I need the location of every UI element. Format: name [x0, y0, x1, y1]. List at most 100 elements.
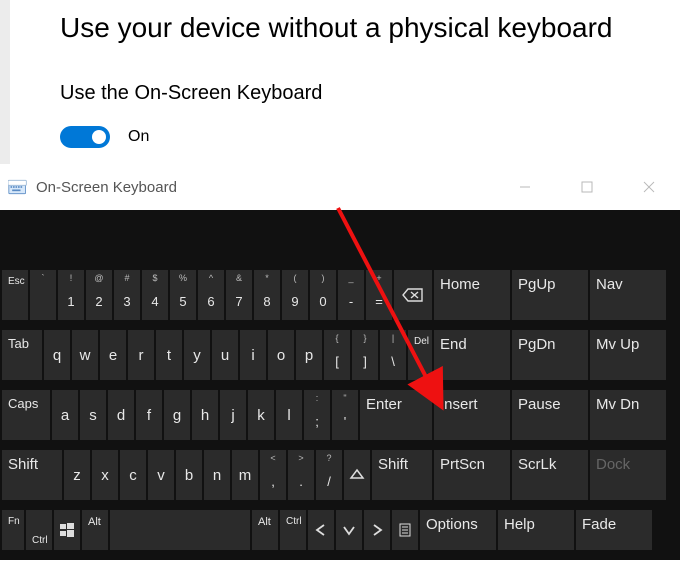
arrow-up-icon — [349, 467, 365, 483]
key-y[interactable]: y — [184, 330, 210, 380]
key-arrow-down[interactable] — [336, 510, 362, 550]
key-fade[interactable]: Fade — [576, 510, 652, 550]
key-fn[interactable]: Fn — [2, 510, 24, 550]
key-mvup[interactable]: Mv Up — [590, 330, 666, 380]
key-insert[interactable]: Insert — [434, 390, 510, 440]
key-slash[interactable]: ?/ — [316, 450, 342, 500]
key-h[interactable]: h — [192, 390, 218, 440]
key-caps[interactable]: Caps — [2, 390, 50, 440]
key-scrlk[interactable]: ScrLk — [512, 450, 588, 500]
osk-window: On-Screen Keyboard Esc ` !1 @2 #3 $4 %5 … — [0, 164, 680, 560]
key-minus[interactable]: _- — [338, 270, 364, 320]
key-dock[interactable]: Dock — [590, 450, 666, 500]
osk-toggle[interactable] — [60, 126, 110, 148]
key-apostrophe[interactable]: "' — [332, 390, 358, 440]
backspace-icon — [402, 288, 424, 302]
osk-titlebar[interactable]: On-Screen Keyboard — [0, 164, 680, 210]
key-semicolon[interactable]: :; — [304, 390, 330, 440]
key-i[interactable]: i — [240, 330, 266, 380]
key-x[interactable]: x — [92, 450, 118, 500]
osk-row-2: Tab q w e r t y u i o p {[ }] |\ Del End… — [0, 330, 680, 380]
key-u[interactable]: u — [212, 330, 238, 380]
key-del[interactable]: Del — [408, 330, 432, 380]
key-k[interactable]: k — [248, 390, 274, 440]
key-b[interactable]: b — [176, 450, 202, 500]
key-period[interactable]: >. — [288, 450, 314, 500]
key-3[interactable]: #3 — [114, 270, 140, 320]
key-6[interactable]: ^6 — [198, 270, 224, 320]
key-end[interactable]: End — [434, 330, 510, 380]
key-backtick[interactable]: ` — [30, 270, 56, 320]
key-win[interactable] — [54, 510, 80, 550]
key-w[interactable]: w — [72, 330, 98, 380]
key-m[interactable]: m — [232, 450, 258, 500]
key-arrow-up[interactable] — [344, 450, 370, 500]
key-arrow-left[interactable] — [308, 510, 334, 550]
key-v[interactable]: v — [148, 450, 174, 500]
key-rbracket[interactable]: }] — [352, 330, 378, 380]
key-backspace[interactable] — [394, 270, 432, 320]
key-8[interactable]: *8 — [254, 270, 280, 320]
key-shift-left[interactable]: Shift — [2, 450, 62, 500]
key-r[interactable]: r — [128, 330, 154, 380]
key-backslash[interactable]: |\ — [380, 330, 406, 380]
key-pause[interactable]: Pause — [512, 390, 588, 440]
key-shift-right[interactable]: Shift — [372, 450, 432, 500]
key-enter[interactable]: Enter — [360, 390, 432, 440]
key-space[interactable] — [110, 510, 250, 550]
key-options[interactable]: Options — [420, 510, 496, 550]
titlebar-buttons — [494, 164, 680, 210]
key-1[interactable]: !1 — [58, 270, 84, 320]
key-z[interactable]: z — [64, 450, 90, 500]
key-help[interactable]: Help — [498, 510, 574, 550]
key-ctrl-right[interactable]: Ctrl — [280, 510, 306, 550]
key-0[interactable]: )0 — [310, 270, 336, 320]
osk-row-3: Caps a s d f g h j k l :; "' Enter Inser… — [0, 390, 680, 440]
key-nav[interactable]: Nav — [590, 270, 666, 320]
key-pgdn[interactable]: PgDn — [512, 330, 588, 380]
key-d[interactable]: d — [108, 390, 134, 440]
key-l[interactable]: l — [276, 390, 302, 440]
key-p[interactable]: p — [296, 330, 322, 380]
key-o[interactable]: o — [268, 330, 294, 380]
windows-icon — [60, 523, 74, 537]
key-prtscn[interactable]: PrtScn — [434, 450, 510, 500]
key-equals[interactable]: += — [366, 270, 392, 320]
key-e[interactable]: e — [100, 330, 126, 380]
osk-window-title: On-Screen Keyboard — [36, 179, 177, 196]
key-alt-left[interactable]: Alt — [82, 510, 108, 550]
minimize-button[interactable] — [494, 164, 556, 210]
key-7[interactable]: &7 — [226, 270, 252, 320]
key-j[interactable]: j — [220, 390, 246, 440]
key-f[interactable]: f — [136, 390, 162, 440]
key-s[interactable]: s — [80, 390, 106, 440]
key-g[interactable]: g — [164, 390, 190, 440]
key-n[interactable]: n — [204, 450, 230, 500]
key-alt-right[interactable]: Alt — [252, 510, 278, 550]
menu-icon — [399, 523, 411, 537]
key-home[interactable]: Home — [434, 270, 510, 320]
key-tab[interactable]: Tab — [2, 330, 42, 380]
key-2[interactable]: @2 — [86, 270, 112, 320]
key-mvdn[interactable]: Mv Dn — [590, 390, 666, 440]
key-a[interactable]: a — [52, 390, 78, 440]
maximize-button[interactable] — [556, 164, 618, 210]
key-esc[interactable]: Esc — [2, 270, 28, 320]
arrow-down-icon — [342, 523, 356, 537]
key-t[interactable]: t — [156, 330, 182, 380]
osk-row-5: Fn Ctrl Alt Alt Ctrl Options Help Fade — [0, 510, 680, 550]
key-lbracket[interactable]: {[ — [324, 330, 350, 380]
key-context-menu[interactable] — [392, 510, 418, 550]
key-c[interactable]: c — [120, 450, 146, 500]
key-5[interactable]: %5 — [170, 270, 196, 320]
key-arrow-right[interactable] — [364, 510, 390, 550]
osk-row-1: Esc ` !1 @2 #3 $4 %5 ^6 &7 *8 (9 )0 _- +… — [0, 270, 680, 320]
key-q[interactable]: q — [44, 330, 70, 380]
key-9[interactable]: (9 — [282, 270, 308, 320]
close-button[interactable] — [618, 164, 680, 210]
key-4[interactable]: $4 — [142, 270, 168, 320]
toggle-knob — [92, 130, 106, 144]
key-comma[interactable]: <, — [260, 450, 286, 500]
key-ctrl-left[interactable]: Ctrl — [26, 510, 52, 550]
key-pgup[interactable]: PgUp — [512, 270, 588, 320]
